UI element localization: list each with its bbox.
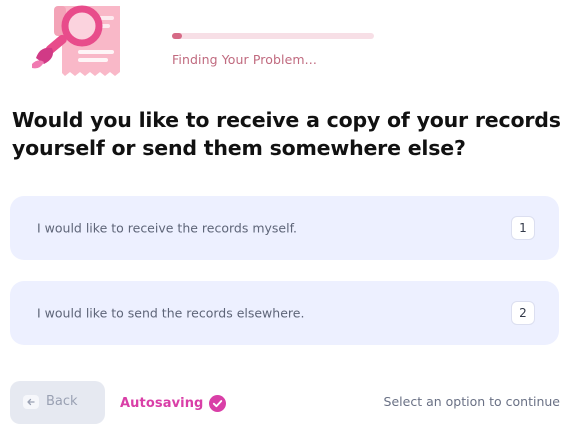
progress-bar-fill	[172, 33, 183, 39]
check-circle-icon	[209, 394, 227, 412]
back-button[interactable]: Back	[10, 381, 105, 424]
option-receive-myself[interactable]: I would like to receive the records myse…	[10, 196, 559, 260]
arrow-left-icon	[23, 395, 39, 409]
autosave-indicator: Autosaving	[120, 394, 227, 412]
option-shortcut-key: 2	[511, 301, 535, 325]
continue-status-text: Select an option to continue	[383, 394, 560, 409]
option-send-elsewhere[interactable]: I would like to send the records elsewhe…	[10, 281, 559, 345]
question-heading: Would you like to receive a copy of your…	[12, 108, 561, 160]
records-request-page: Finding Your Problem... Would you like t…	[0, 0, 576, 437]
back-button-label: Back	[46, 394, 78, 409]
autosave-label: Autosaving	[120, 395, 204, 411]
option-label: I would like to send the records elsewhe…	[37, 305, 305, 321]
progress-label: Finding Your Problem...	[172, 52, 317, 67]
progress-bar	[172, 33, 374, 39]
option-label: I would like to receive the records myse…	[37, 220, 298, 236]
option-shortcut-key: 1	[511, 216, 535, 240]
records-search-illustration	[30, 2, 130, 84]
